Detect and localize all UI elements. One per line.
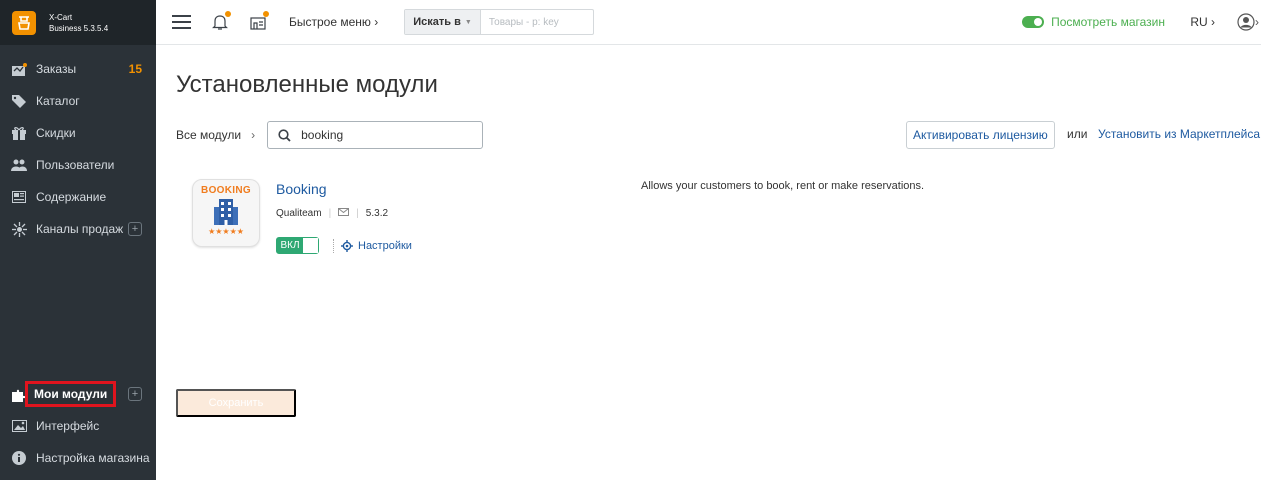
activate-license-button[interactable]: Активировать лицензию bbox=[906, 121, 1055, 149]
gift-icon bbox=[11, 125, 27, 141]
module-name-link[interactable]: Booking bbox=[276, 181, 327, 197]
sidebar: X-Cart Business 5.3.5.4 Заказы 15 Катало… bbox=[0, 0, 156, 480]
sidebar-item-label: Пользователи bbox=[36, 158, 115, 172]
or-text: или bbox=[1067, 127, 1088, 141]
storefront-status-icon[interactable] bbox=[249, 11, 269, 31]
sidebar-item-label: Скидки bbox=[36, 126, 76, 140]
toggle-knob bbox=[303, 238, 318, 253]
module-row: BOOKING ★★★★★ Booking Qualiteam | | 5.3.… bbox=[176, 179, 1261, 269]
caret-down-icon: ▼ bbox=[464, 18, 472, 26]
content-icon bbox=[11, 189, 27, 205]
view-store-link[interactable]: Посмотреть магазин bbox=[1022, 15, 1165, 29]
module-description: Allows your customers to book, rent or m… bbox=[641, 180, 925, 192]
page-title: Установленные модули bbox=[176, 71, 438, 98]
xcart-logo-icon bbox=[12, 10, 36, 35]
sidebar-item-label: Настройка магазина bbox=[36, 451, 150, 465]
notifications-bell-icon[interactable] bbox=[211, 11, 231, 31]
module-search-input[interactable]: booking bbox=[267, 121, 484, 149]
mail-icon[interactable] bbox=[338, 208, 350, 219]
divider: | bbox=[328, 208, 332, 219]
add-channel-button[interactable]: + bbox=[128, 222, 142, 236]
language-label: RU bbox=[1190, 15, 1208, 29]
install-from-marketplace-link[interactable]: Установить из Маркетплейса bbox=[1098, 127, 1260, 141]
main-content: Установленные модули Все модули › bookin… bbox=[176, 45, 1261, 417]
menu-toggle-icon[interactable] bbox=[172, 15, 191, 29]
chevron-right-icon: › bbox=[1255, 15, 1259, 29]
sidebar-item-label: Содержание bbox=[36, 190, 107, 204]
sidebar-item-catalog[interactable]: Каталог bbox=[0, 85, 156, 117]
sidebar-item-interface[interactable]: Интерфейс bbox=[0, 410, 156, 442]
sidebar-item-content[interactable]: Содержание bbox=[0, 181, 156, 213]
quick-menu-button[interactable]: Быстрое меню › bbox=[289, 15, 378, 29]
info-icon bbox=[11, 450, 27, 466]
brand-name: X-Cart bbox=[49, 12, 73, 22]
settings-label: Настройки bbox=[358, 239, 412, 252]
image-icon bbox=[11, 418, 27, 434]
module-meta: Qualiteam | | 5.3.2 bbox=[276, 208, 388, 219]
tag-icon bbox=[11, 93, 27, 109]
brand-edition: Business 5.3.5.4 bbox=[49, 23, 109, 33]
sidebar-item-label: Каталог bbox=[36, 94, 80, 108]
users-icon bbox=[11, 157, 27, 173]
chevron-right-icon: › bbox=[251, 128, 256, 142]
hotel-building-icon bbox=[214, 199, 238, 225]
sidebar-item-discounts[interactable]: Скидки bbox=[0, 117, 156, 149]
status-dot bbox=[263, 11, 269, 17]
add-module-button[interactable]: + bbox=[128, 387, 142, 401]
search-scope-label: Искать в bbox=[413, 16, 461, 28]
module-enable-toggle[interactable]: ВКЛ bbox=[276, 237, 319, 254]
top-bar: Быстрое меню › Искать в ▼ Товары - p: ke… bbox=[156, 0, 1261, 45]
all-modules-link[interactable]: Все модули bbox=[176, 128, 241, 142]
quick-menu-label: Быстрое меню bbox=[289, 15, 371, 29]
channels-icon bbox=[11, 221, 27, 237]
orders-icon bbox=[11, 61, 27, 77]
view-store-label: Посмотреть магазин bbox=[1051, 15, 1165, 29]
sidebar-nav: Заказы 15 Каталог Скидки Пользователи Со… bbox=[0, 53, 156, 245]
filter-row: Все модули › booking Активировать лиценз… bbox=[176, 121, 1261, 149]
brand-text: X-Cart Business 5.3.5.4 bbox=[49, 12, 108, 34]
module-version: 5.3.2 bbox=[365, 208, 389, 219]
brand[interactable]: X-Cart Business 5.3.5.4 bbox=[0, 0, 156, 45]
notification-dot bbox=[225, 11, 231, 17]
sidebar-item-my-modules[interactable]: Мои модули + bbox=[0, 378, 156, 410]
search-icon bbox=[278, 128, 291, 142]
storefront-toggle-icon bbox=[1022, 16, 1045, 28]
sidebar-item-label: Интерфейс bbox=[36, 419, 100, 433]
rating-stars: ★★★★★ bbox=[208, 227, 244, 236]
module-author: Qualiteam bbox=[276, 208, 322, 219]
sidebar-item-users[interactable]: Пользователи bbox=[0, 149, 156, 181]
sidebar-item-label: Каналы продаж bbox=[36, 222, 124, 236]
sidebar-item-label: Мои модули bbox=[25, 381, 117, 407]
search-input[interactable]: Товары - p: key bbox=[481, 10, 593, 34]
chevron-right-icon: › bbox=[374, 15, 379, 29]
user-menu-button[interactable]: › bbox=[1237, 13, 1261, 31]
toggle-on-label: ВКЛ bbox=[277, 238, 303, 253]
sidebar-item-orders[interactable]: Заказы 15 bbox=[0, 53, 156, 85]
divider bbox=[333, 238, 335, 253]
orders-count-badge: 15 bbox=[128, 62, 142, 76]
divider: | bbox=[356, 208, 359, 219]
chevron-right-icon: › bbox=[1211, 15, 1215, 29]
app-root: X-Cart Business 5.3.5.4 Заказы 15 Катало… bbox=[0, 0, 1261, 480]
sidebar-item-sales-channels[interactable]: Каналы продаж + bbox=[0, 213, 156, 245]
module-settings-link[interactable]: Настройки bbox=[341, 239, 412, 252]
search-value: booking bbox=[301, 128, 344, 142]
module-controls: ВКЛ Настройки bbox=[276, 237, 412, 254]
sidebar-item-store-setup[interactable]: Настройка магазина bbox=[0, 442, 156, 474]
language-selector[interactable]: RU › bbox=[1190, 15, 1215, 29]
sidebar-bottom-nav: Мои модули + Интерфейс Настройка магазин… bbox=[0, 378, 156, 474]
sidebar-item-label: Заказы bbox=[36, 62, 77, 76]
global-search: Искать в ▼ Товары - p: key bbox=[404, 9, 594, 35]
booking-module-icon: BOOKING ★★★★★ bbox=[192, 179, 260, 247]
icon-word: BOOKING bbox=[201, 185, 251, 196]
gear-icon bbox=[341, 239, 353, 252]
save-button[interactable]: Сохранить bbox=[176, 389, 296, 417]
search-scope-select[interactable]: Искать в ▼ bbox=[405, 10, 481, 34]
user-avatar-icon bbox=[1237, 13, 1255, 31]
